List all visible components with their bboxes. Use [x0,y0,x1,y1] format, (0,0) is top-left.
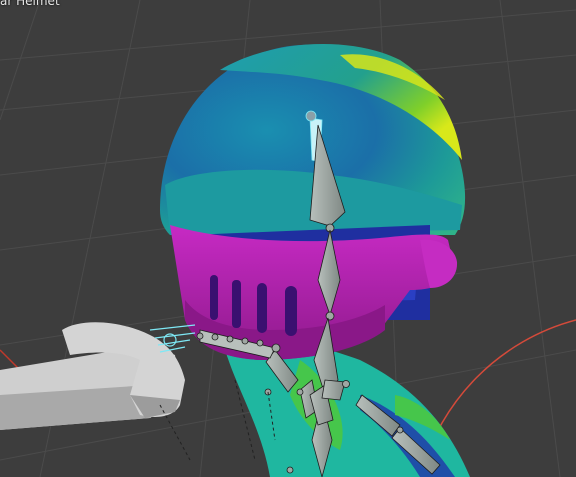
scene-canvas[interactable] [0,0,576,477]
sword-mesh [0,322,185,430]
3d-viewport[interactable]: ar Helmet [0,0,576,477]
